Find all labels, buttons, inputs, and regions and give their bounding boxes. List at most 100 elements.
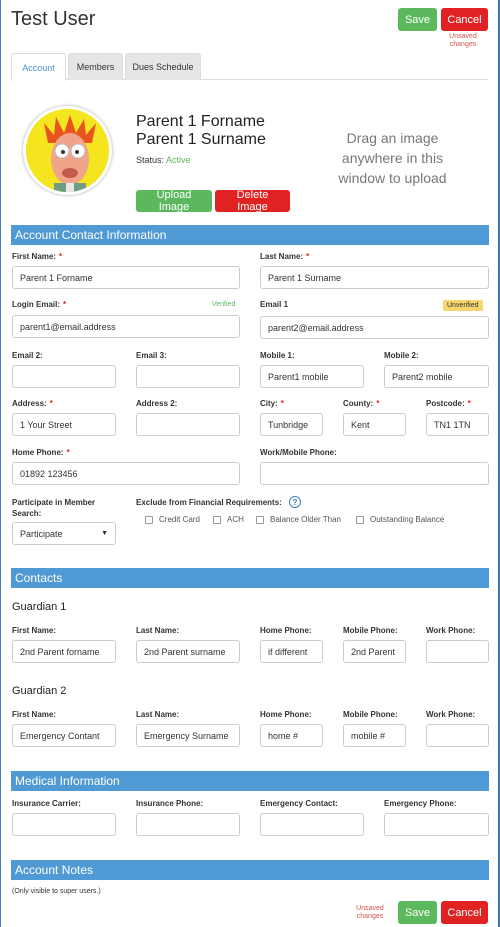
exclude-label: Exclude from Financial Requirements:	[136, 498, 282, 507]
work-mobile-label: Work/Mobile Phone:	[260, 448, 337, 457]
section-account-contact: Account Contact Information	[11, 225, 489, 245]
postcode-input[interactable]: TN1 1TN	[426, 413, 489, 436]
work-mobile-input[interactable]	[260, 462, 489, 485]
section-contacts: Contacts	[11, 568, 489, 588]
participate-select[interactable]: Participate ▼	[12, 522, 116, 545]
profile-surname: Parent 1 Surname	[136, 131, 266, 148]
unsaved-changes-top: Unsaved changes	[449, 33, 477, 48]
emergency-contact-label: Emergency Contact:	[260, 799, 338, 808]
postcode-label: Postcode: *	[426, 399, 471, 408]
g1-work-phone-label: Work Phone:	[426, 626, 476, 635]
status-badge: Active	[166, 155, 191, 165]
tab-bar: Account Members Dues Schedule	[11, 53, 488, 81]
status-label: Status:	[136, 155, 165, 165]
g1-home-phone-label: Home Phone:	[260, 626, 312, 635]
drag-upload-hint: Drag an image anywhere in this window to…	[338, 130, 447, 186]
insurance-carrier-label: Insurance Carrier:	[12, 799, 81, 808]
g1-first-name-input[interactable]: 2nd Parent forname	[12, 640, 116, 663]
address-input[interactable]: 1 Your Street	[12, 413, 116, 436]
county-input[interactable]: Kent	[343, 413, 406, 436]
profile-forename: Parent 1 Forname	[136, 113, 265, 130]
g2-mobile-phone-label: Mobile Phone:	[343, 710, 398, 719]
participate-selected: Participate	[20, 528, 63, 539]
g2-last-name-input[interactable]: Emergency Surname	[136, 724, 240, 747]
checkbox-box[interactable]	[256, 515, 264, 524]
checkbox-credit-card[interactable]: Credit Card	[145, 515, 200, 524]
g2-mobile-phone-input[interactable]: mobile #	[343, 724, 406, 747]
address2-input[interactable]	[136, 413, 240, 436]
g1-mobile-phone-input[interactable]: 2nd Parent	[343, 640, 406, 663]
g1-mobile-phone-label: Mobile Phone:	[343, 626, 398, 635]
checkbox-box[interactable]	[145, 515, 153, 524]
home-phone-input[interactable]: 01892 123456	[12, 462, 240, 485]
upload-image-button[interactable]: Upload Image	[136, 189, 212, 213]
insurance-phone-input[interactable]	[136, 813, 240, 836]
mobile2-label: Mobile 2:	[384, 351, 419, 360]
avatar	[23, 106, 112, 195]
checkbox-box[interactable]	[356, 515, 364, 524]
delete-image-button[interactable]: Delete Image	[215, 189, 290, 213]
g2-last-name-label: Last Name:	[136, 710, 180, 719]
g2-work-phone-input[interactable]	[426, 724, 489, 747]
first-name-label: First Name: *	[12, 252, 63, 261]
email1-input[interactable]: parent2@email.address	[260, 316, 489, 339]
city-label: City: *	[260, 399, 284, 408]
login-email-label: Login Email: *	[12, 300, 67, 309]
mobile1-label: Mobile 1:	[260, 351, 295, 360]
save-button-bottom[interactable]: Save	[398, 901, 437, 924]
g1-last-name-input[interactable]: 2nd Parent surname	[136, 640, 240, 663]
email3-label: Email 3:	[136, 351, 167, 360]
notes-visibility-text: (Only visible to super users.)	[12, 888, 101, 895]
address-label: Address: *	[12, 399, 53, 408]
guardian2-title: Guardian 2	[12, 685, 67, 697]
g2-home-phone-input[interactable]: home #	[260, 724, 323, 747]
tab-account[interactable]: Account	[11, 53, 66, 81]
city-input[interactable]: Tunbridge	[260, 413, 323, 436]
last-name-label: Last Name: *	[260, 252, 310, 261]
participate-label: Participate in Member Search:	[12, 498, 96, 518]
g1-work-phone-input[interactable]	[426, 640, 489, 663]
email2-input[interactable]	[12, 365, 116, 388]
g2-first-name-input[interactable]: Emergency Contant	[12, 724, 116, 747]
checkbox-outstanding-balance[interactable]: Outstanding Balance	[356, 515, 444, 524]
address2-label: Address 2:	[136, 399, 178, 408]
cancel-button-bottom[interactable]: Cancel	[441, 901, 488, 924]
unverified-badge: Unverified	[443, 300, 483, 311]
verified-badge: Verified	[212, 301, 236, 308]
g2-first-name-label: First Name:	[12, 710, 57, 719]
g1-first-name-label: First Name:	[12, 626, 57, 635]
first-name-input[interactable]: Parent 1 Forname	[12, 266, 240, 289]
g2-work-phone-label: Work Phone:	[426, 710, 476, 719]
g1-home-phone-input[interactable]: if different	[260, 640, 323, 663]
page-title: Test User	[11, 8, 96, 30]
checkbox-ach[interactable]: ACH	[213, 515, 244, 524]
emergency-phone-input[interactable]	[384, 813, 489, 836]
insurance-carrier-input[interactable]	[12, 813, 116, 836]
mobile2-input[interactable]: Parent2 mobile	[384, 365, 489, 388]
email2-label: Email 2:	[12, 351, 43, 360]
guardian1-title: Guardian 1	[12, 601, 67, 613]
email1-label: Email 1	[260, 300, 289, 309]
avatar-image	[26, 109, 109, 192]
dropdown-caret-icon: ▼	[101, 530, 108, 537]
g2-home-phone-label: Home Phone:	[260, 710, 312, 719]
tab-members[interactable]: Members	[68, 53, 123, 80]
help-icon[interactable]: ?	[289, 496, 301, 508]
county-label: County: *	[343, 399, 380, 408]
last-name-input[interactable]: Parent 1 Surname	[260, 266, 489, 289]
checkbox-box[interactable]	[213, 515, 221, 524]
home-phone-label: Home Phone: *	[12, 448, 70, 457]
login-email-input[interactable]: parent1@email.address	[12, 315, 240, 338]
section-medical: Medical Information	[11, 771, 489, 791]
checkbox-balance-older-than[interactable]: Balance Older Than	[256, 515, 341, 524]
status-line: Status: Active	[136, 155, 191, 165]
cancel-button-top[interactable]: Cancel	[441, 8, 488, 31]
emergency-contact-input[interactable]	[260, 813, 364, 836]
tab-dues-schedule[interactable]: Dues Schedule	[125, 53, 201, 80]
insurance-phone-label: Insurance Phone:	[136, 799, 204, 808]
unsaved-changes-bottom: Unsaved changes	[356, 905, 384, 920]
mobile1-input[interactable]: Parent1 mobile	[260, 365, 364, 388]
account-window: Test User Save Cancel Unsaved changes Ac…	[1, 0, 499, 927]
email3-input[interactable]	[136, 365, 240, 388]
save-button-top[interactable]: Save	[398, 8, 437, 31]
